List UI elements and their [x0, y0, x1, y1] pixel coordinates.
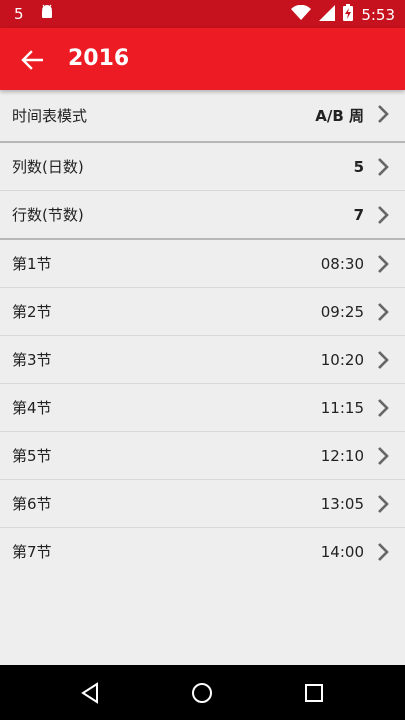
- row-label: 第5节: [12, 447, 52, 465]
- row-period-3[interactable]: 第3节 10:20: [0, 336, 405, 384]
- timetable-settings-list: 时间表模式 A/B 周 列数(日数) 5 行数(节数) 7 第1节 08:30 …: [0, 90, 405, 575]
- row-value: 09:25: [320, 302, 364, 321]
- back-triangle-icon: [81, 682, 98, 704]
- chevron-right-icon: [378, 447, 389, 465]
- row-value: 11:15: [320, 398, 364, 417]
- signal-icon: [319, 4, 336, 25]
- row-value: A/B 周: [315, 107, 364, 125]
- notification-count: 5: [14, 5, 24, 23]
- row-label: 第4节: [12, 399, 52, 417]
- chevron-right-icon: [378, 495, 389, 513]
- chevron-right-icon: [378, 206, 389, 224]
- chevron-right-icon: [378, 158, 389, 176]
- navigation-bar: [0, 665, 405, 720]
- row-timetable-mode[interactable]: 时间表模式 A/B 周: [0, 90, 405, 143]
- row-rows[interactable]: 行数(节数) 7: [0, 191, 405, 240]
- row-period-4[interactable]: 第4节 11:15: [0, 384, 405, 432]
- arrow-left-icon: [21, 50, 43, 70]
- row-period-6[interactable]: 第6节 13:05: [0, 480, 405, 528]
- home-circle-icon: [192, 683, 212, 703]
- row-label: 列数(日数): [12, 158, 84, 176]
- nav-recents-button[interactable]: [298, 677, 330, 709]
- chevron-right-icon: [378, 399, 389, 417]
- row-label: 第6节: [12, 495, 52, 513]
- chevron-right-icon: [378, 255, 389, 273]
- nav-back-button[interactable]: [74, 677, 106, 709]
- row-period-2[interactable]: 第2节 09:25: [0, 288, 405, 336]
- row-label: 第2节: [12, 303, 52, 321]
- row-value: 5: [353, 157, 364, 176]
- row-period-1[interactable]: 第1节 08:30: [0, 240, 405, 288]
- row-label: 第1节: [12, 255, 52, 273]
- row-label: 行数(节数): [12, 206, 84, 224]
- app-bar: 2016: [0, 28, 405, 90]
- row-period-5[interactable]: 第5节 12:10: [0, 432, 405, 480]
- row-columns[interactable]: 列数(日数) 5: [0, 143, 405, 191]
- row-value: 14:00: [320, 542, 364, 561]
- row-label: 第3节: [12, 351, 52, 369]
- chevron-right-icon: [378, 351, 389, 369]
- page-title: 2016: [68, 46, 130, 71]
- row-value: 10:20: [320, 350, 364, 369]
- recents-square-icon: [305, 684, 323, 702]
- back-button[interactable]: [12, 40, 52, 80]
- chevron-right-icon: [378, 303, 389, 321]
- chevron-right-icon: [378, 543, 389, 561]
- status-bar: 5 5:53: [0, 0, 405, 28]
- battery-charging-icon: [343, 4, 354, 25]
- row-period-7[interactable]: 第7节 14:00: [0, 528, 405, 575]
- row-label: 第7节: [12, 543, 52, 561]
- status-time: 5:53: [361, 5, 395, 24]
- chevron-right-icon: [378, 105, 389, 123]
- wifi-icon: [291, 4, 312, 25]
- row-value: 12:10: [320, 446, 364, 465]
- row-value: 7: [353, 205, 364, 224]
- android-icon: [40, 4, 54, 24]
- row-label: 时间表模式: [12, 107, 88, 125]
- row-value: 08:30: [320, 254, 364, 273]
- row-value: 13:05: [320, 494, 364, 513]
- nav-home-button[interactable]: [186, 677, 218, 709]
